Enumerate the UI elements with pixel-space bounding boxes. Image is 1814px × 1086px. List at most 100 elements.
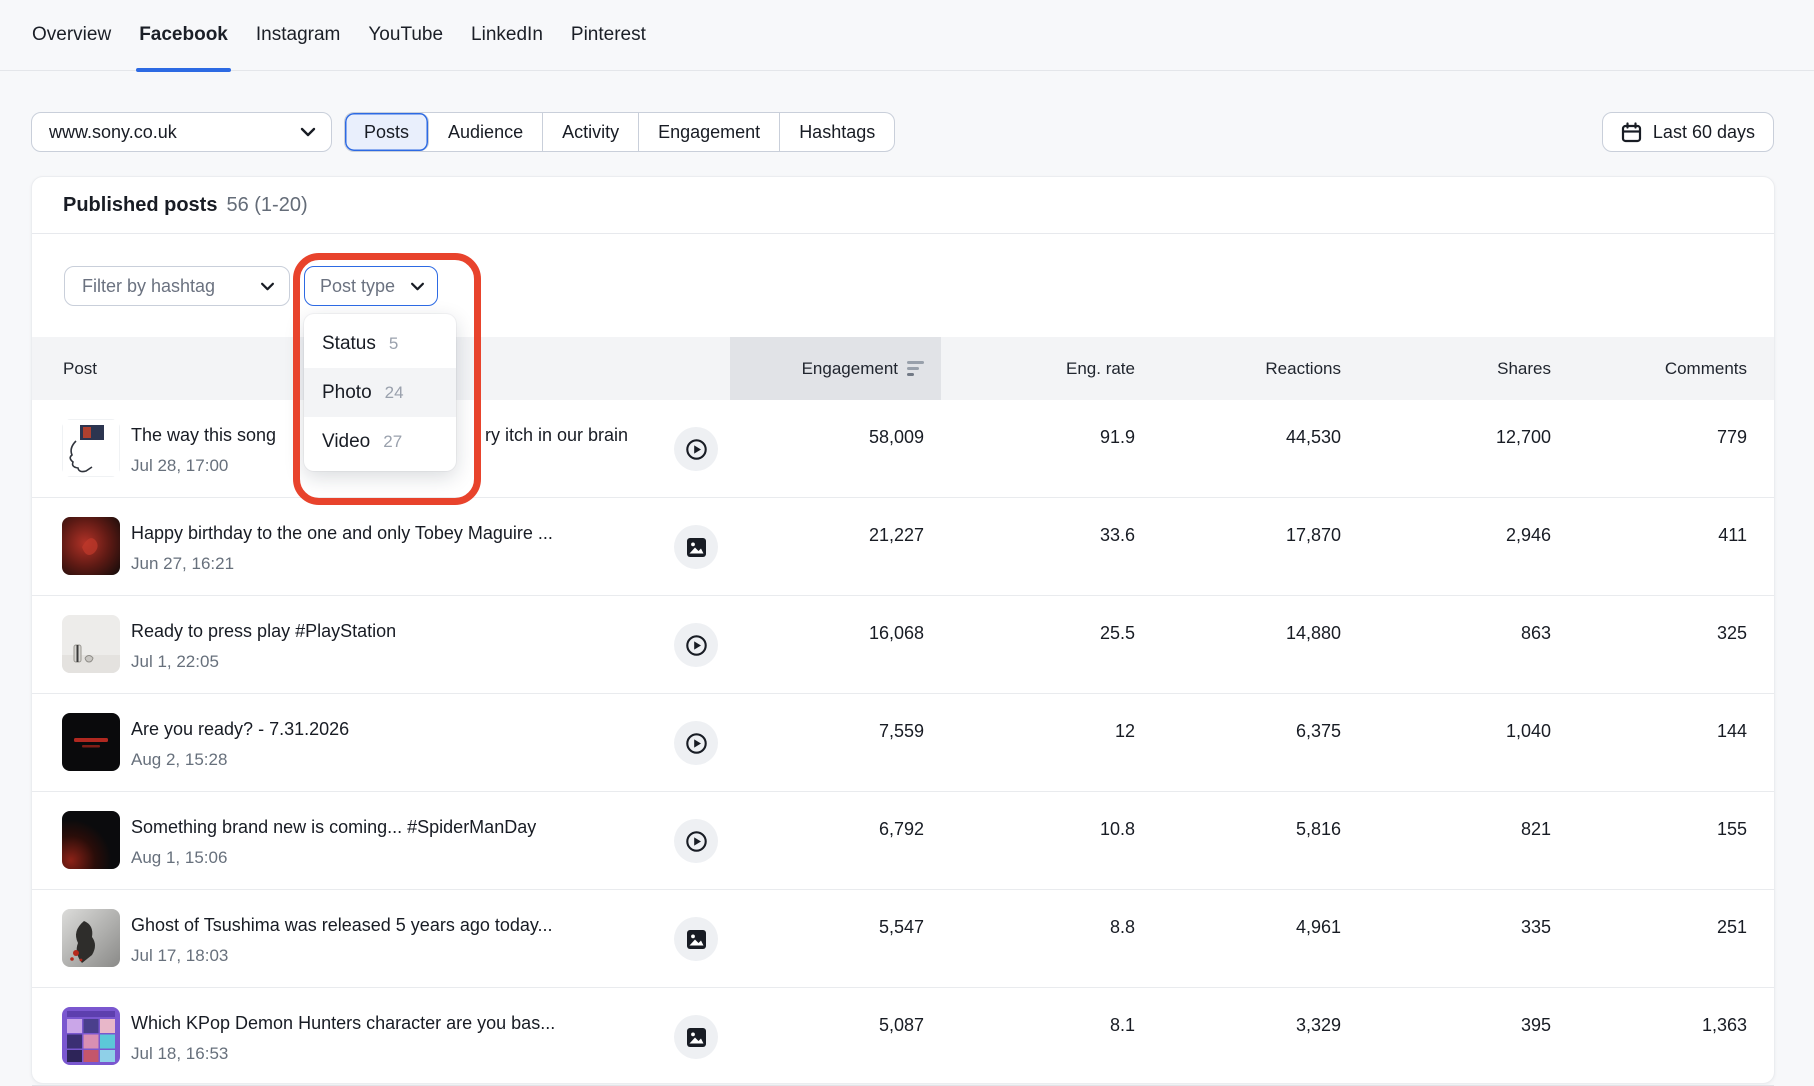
comments-value: 155 (1717, 819, 1747, 840)
menu-item-count: 5 (389, 334, 398, 354)
profile-select-value: www.sony.co.uk (49, 122, 177, 143)
engagement-value: 6,792 (879, 819, 924, 840)
menu-item-photo[interactable]: Photo 24 (304, 368, 456, 417)
column-header-label: Engagement (802, 359, 898, 379)
tab-activity[interactable]: Activity (543, 113, 639, 151)
video-type-icon (674, 721, 718, 765)
post-type-label: Post type (320, 276, 395, 297)
table-row[interactable]: Which KPop Demon Hunters character are y… (32, 988, 1774, 1086)
tab-youtube[interactable]: YouTube (368, 0, 443, 71)
post-date: Jul 1, 22:05 (131, 652, 219, 672)
tab-pinterest[interactable]: Pinterest (571, 0, 646, 71)
menu-item-label: Photo (322, 382, 372, 404)
video-type-icon (674, 427, 718, 471)
eng-rate-value: 25.5 (1100, 623, 1135, 644)
post-title: Ready to press play #PlayStation (131, 621, 396, 642)
tab-audience[interactable]: Audience (429, 113, 543, 151)
comments-value: 1,363 (1702, 1015, 1747, 1036)
table-row[interactable]: The way this song ry itch in our brain J… (32, 400, 1774, 498)
eng-rate-value: 12 (1115, 721, 1135, 742)
menu-item-status[interactable]: Status 5 (304, 319, 456, 368)
menu-item-count: 24 (385, 383, 404, 403)
chevron-down-icon (410, 282, 425, 291)
toolbar: www.sony.co.uk Posts Audience Activity E… (0, 112, 1814, 152)
channel-tabs: Overview Facebook Instagram YouTube Link… (0, 0, 1814, 71)
shares-value: 863 (1521, 623, 1551, 644)
published-posts-card: Published posts 56 (1-20) Filter by hash… (31, 176, 1775, 1084)
engagement-value: 5,547 (879, 917, 924, 938)
eng-rate-value: 8.8 (1110, 917, 1135, 938)
post-date: Aug 1, 15:06 (131, 848, 227, 868)
table-row[interactable]: Ready to press play #PlayStation Jul 1, … (32, 596, 1774, 694)
tab-facebook[interactable]: Facebook (139, 0, 228, 71)
column-header-reactions[interactable]: Reactions (1265, 337, 1341, 400)
reactions-value: 3,329 (1296, 1015, 1341, 1036)
post-date: Jul 17, 18:03 (131, 946, 228, 966)
engagement-value: 5,087 (879, 1015, 924, 1036)
comments-value: 325 (1717, 623, 1747, 644)
reactions-value: 17,870 (1286, 525, 1341, 546)
shares-value: 335 (1521, 917, 1551, 938)
post-thumbnail (62, 713, 120, 771)
eng-rate-value: 10.8 (1100, 819, 1135, 840)
reactions-value: 4,961 (1296, 917, 1341, 938)
filter-by-hashtag-dropdown[interactable]: Filter by hashtag (64, 266, 290, 306)
post-date: Jun 27, 16:21 (131, 554, 234, 574)
menu-item-count: 27 (383, 432, 402, 452)
tab-engagement[interactable]: Engagement (639, 113, 780, 151)
shares-value: 2,946 (1506, 525, 1551, 546)
post-thumbnail (62, 419, 120, 477)
table-row[interactable]: Happy birthday to the one and only Tobey… (32, 498, 1774, 596)
menu-item-video[interactable]: Video 27 (304, 417, 456, 466)
eng-rate-value: 33.6 (1100, 525, 1135, 546)
post-type-dropdown[interactable]: Post type (304, 266, 438, 306)
calendar-icon (1621, 122, 1642, 143)
chevron-down-icon (300, 127, 316, 137)
table-header: Post Engagement Eng. rate Reactions Shar… (32, 337, 1774, 400)
column-header-comments[interactable]: Comments (1665, 337, 1747, 400)
post-title: Something brand new is coming... #Spider… (131, 817, 536, 838)
post-thumbnail (62, 615, 120, 673)
column-header-shares[interactable]: Shares (1497, 337, 1551, 400)
column-header-eng-rate[interactable]: Eng. rate (1066, 337, 1135, 400)
eng-rate-value: 91.9 (1100, 427, 1135, 448)
comments-value: 411 (1718, 525, 1747, 546)
photo-type-icon (674, 1015, 718, 1059)
shares-value: 395 (1521, 1015, 1551, 1036)
post-date: Aug 2, 15:28 (131, 750, 227, 770)
shares-value: 1,040 (1506, 721, 1551, 742)
post-type-menu: Status 5 Photo 24 Video 27 (304, 314, 456, 471)
table-row[interactable]: Are you ready? - 7.31.2026 Aug 2, 15:28 … (32, 694, 1774, 792)
video-type-icon (674, 623, 718, 667)
date-range-label: Last 60 days (1653, 122, 1755, 143)
post-date: Jul 28, 17:00 (131, 456, 228, 476)
engagement-value: 58,009 (869, 427, 924, 448)
card-title: Published posts (63, 194, 217, 217)
reactions-value: 14,880 (1286, 623, 1341, 644)
tab-hashtags[interactable]: Hashtags (780, 113, 894, 151)
tab-posts[interactable]: Posts (345, 113, 429, 151)
menu-item-label: Status (322, 333, 376, 355)
reactions-value: 6,375 (1296, 721, 1341, 742)
card-header: Published posts 56 (1-20) (32, 177, 1774, 234)
comments-value: 779 (1717, 427, 1747, 448)
date-range-button[interactable]: Last 60 days (1602, 112, 1774, 152)
post-thumbnail (62, 1007, 120, 1065)
reactions-value: 44,530 (1286, 427, 1341, 448)
comments-value: 251 (1717, 917, 1747, 938)
table-row[interactable]: Ghost of Tsushima was released 5 years a… (32, 890, 1774, 988)
tab-overview[interactable]: Overview (32, 0, 111, 71)
post-title-fragment: ry itch in our brain (485, 425, 628, 446)
section-tabs: Posts Audience Activity Engagement Hasht… (344, 112, 895, 152)
tab-instagram[interactable]: Instagram (256, 0, 340, 71)
video-type-icon (674, 819, 718, 863)
column-header-post: Post (63, 337, 97, 400)
tab-linkedin[interactable]: LinkedIn (471, 0, 543, 71)
table-row[interactable]: Something brand new is coming... #Spider… (32, 792, 1774, 890)
profile-select[interactable]: www.sony.co.uk (31, 112, 332, 152)
column-header-engagement[interactable]: Engagement (802, 337, 924, 400)
photo-type-icon (674, 917, 718, 961)
post-date: Jul 18, 16:53 (131, 1044, 228, 1064)
post-thumbnail (62, 811, 120, 869)
comments-value: 144 (1717, 721, 1747, 742)
